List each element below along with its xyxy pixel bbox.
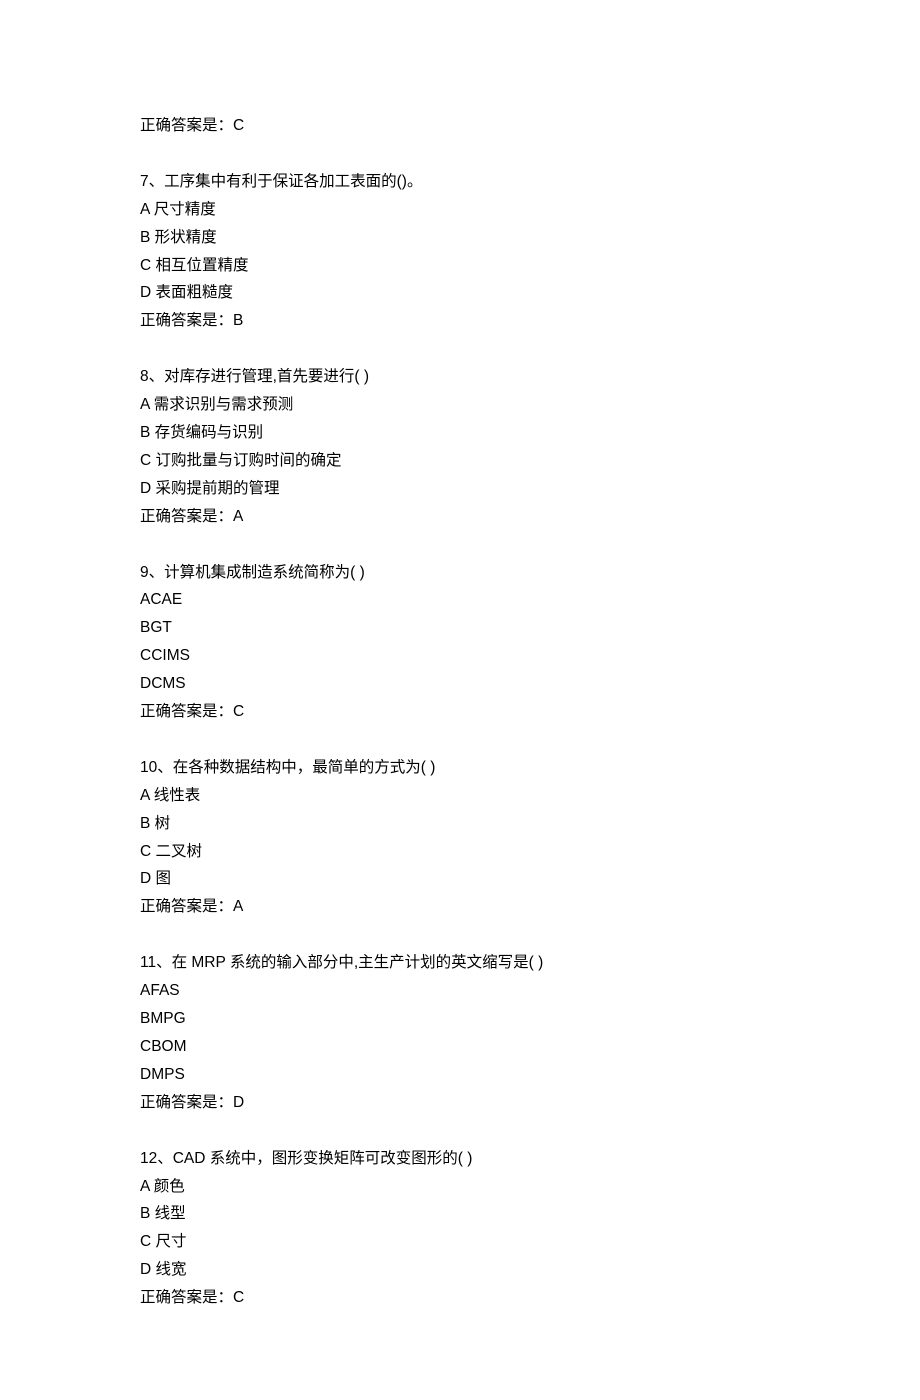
text-block: 9、计算机集成制造系统简称为( )ACAEBGTCCIMSDCMS正确答案是：C	[140, 559, 780, 726]
text-block: 10、在各种数据结构中，最简单的方式为( )A 线性表B 树C 二叉树D 图正确…	[140, 754, 780, 921]
text-line: C 相互位置精度	[140, 252, 780, 280]
text-line: DMPS	[140, 1061, 780, 1089]
text-line: C 尺寸	[140, 1228, 780, 1256]
text-line: D 表面粗糙度	[140, 279, 780, 307]
text-line: B 形状精度	[140, 224, 780, 252]
text-line: C 二叉树	[140, 838, 780, 866]
text-line: BGT	[140, 614, 780, 642]
text-line: 正确答案是：B	[140, 307, 780, 335]
text-line: DCMS	[140, 670, 780, 698]
text-line: 9、计算机集成制造系统简称为( )	[140, 559, 780, 587]
text-line: B 线型	[140, 1200, 780, 1228]
text-line: 正确答案是：A	[140, 893, 780, 921]
text-line: 10、在各种数据结构中，最简单的方式为( )	[140, 754, 780, 782]
document-body: 正确答案是：C7、工序集中有利于保证各加工表面的()。A 尺寸精度B 形状精度C…	[140, 112, 780, 1312]
text-block: 8、对库存进行管理,首先要进行( )A 需求识别与需求预测B 存货编码与识别C …	[140, 363, 780, 530]
text-line: ACAE	[140, 586, 780, 614]
text-block: 11、在 MRP 系统的输入部分中,主生产计划的英文缩写是( )AFASBMPG…	[140, 949, 780, 1116]
text-line: 正确答案是：A	[140, 503, 780, 531]
text-line: 正确答案是：C	[140, 112, 780, 140]
text-line: 8、对库存进行管理,首先要进行( )	[140, 363, 780, 391]
text-line: A 需求识别与需求预测	[140, 391, 780, 419]
text-line: B 树	[140, 810, 780, 838]
text-line: BMPG	[140, 1005, 780, 1033]
text-line: 正确答案是：C	[140, 1284, 780, 1312]
text-line: A 尺寸精度	[140, 196, 780, 224]
text-line: A 颜色	[140, 1173, 780, 1201]
text-line: 12、CAD 系统中，图形变换矩阵可改变图形的( )	[140, 1145, 780, 1173]
text-line: D 线宽	[140, 1256, 780, 1284]
text-line: D 图	[140, 865, 780, 893]
text-line: CCIMS	[140, 642, 780, 670]
text-line: AFAS	[140, 977, 780, 1005]
text-line: B 存货编码与识别	[140, 419, 780, 447]
text-line: 7、工序集中有利于保证各加工表面的()。	[140, 168, 780, 196]
text-line: D 采购提前期的管理	[140, 475, 780, 503]
text-line: 正确答案是：C	[140, 698, 780, 726]
text-line: 正确答案是：D	[140, 1089, 780, 1117]
text-block: 正确答案是：C	[140, 112, 780, 140]
text-line: CBOM	[140, 1033, 780, 1061]
text-line: 11、在 MRP 系统的输入部分中,主生产计划的英文缩写是( )	[140, 949, 780, 977]
text-block: 12、CAD 系统中，图形变换矩阵可改变图形的( )A 颜色B 线型C 尺寸D …	[140, 1145, 780, 1312]
text-block: 7、工序集中有利于保证各加工表面的()。A 尺寸精度B 形状精度C 相互位置精度…	[140, 168, 780, 335]
text-line: A 线性表	[140, 782, 780, 810]
text-line: C 订购批量与订购时间的确定	[140, 447, 780, 475]
